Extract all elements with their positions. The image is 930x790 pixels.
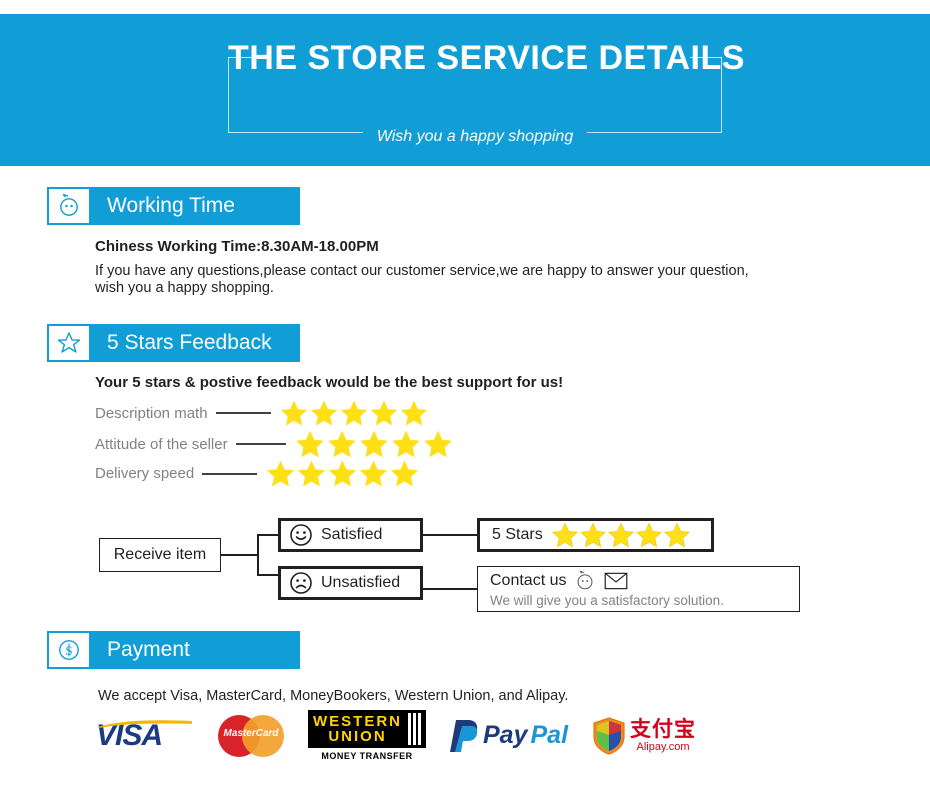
flow-box-five-stars: 5 Stars (477, 518, 714, 552)
feedback-row-label: Delivery speed (95, 465, 195, 482)
star-rating (279, 398, 429, 428)
chat-face-icon (578, 570, 593, 590)
star-outline-icon (47, 324, 91, 362)
star-rating (551, 521, 691, 549)
section-label: 5 Stars Feedback (107, 331, 272, 354)
working-time-line1: Chiness Working Time:8.30AM-18.00PM (95, 238, 379, 255)
flow-box-unsatisfied: Unsatisfied (278, 566, 423, 600)
payment-note: We accept Visa, MasterCard, MoneyBookers… (98, 688, 569, 704)
connector-satisfied-result (423, 534, 478, 536)
western-union-box: WESTERN UNION (308, 710, 426, 748)
flow-box-label: Receive item (113, 546, 207, 563)
flow-box-label: Unsatisfied (321, 574, 401, 591)
dollar-circle-icon: S (47, 631, 91, 669)
flow-box-label: Contact us (490, 572, 567, 589)
connector-start (221, 554, 259, 556)
western-union-words: WESTERN UNION (313, 714, 402, 744)
connector-branch-vertical (257, 535, 259, 575)
banner-frame: THE STORE SERVICE DETAILS Wish you a hap… (228, 39, 744, 145)
flow-box-receive-item: Receive item (99, 538, 221, 572)
connector-unsatisfied-result (423, 588, 478, 590)
envelope-icon (605, 572, 628, 590)
paypal-logo: Pay Pal (450, 718, 568, 754)
banner-subtitle-wrap: Wish you a happy shopping (228, 128, 722, 146)
mastercard-logo: MasterCard (218, 714, 284, 757)
feedback-row-label: Description math (95, 404, 208, 422)
alipay-shield-icon (593, 716, 625, 755)
western-union-sub: MONEY TRANSFER (321, 751, 413, 761)
connector-dash (215, 412, 271, 414)
visa-logo: VISA (96, 719, 194, 751)
connector-dash (202, 472, 258, 475)
feedback-row-description: Description math (95, 398, 429, 428)
western-union-line1: WESTERN (313, 713, 402, 730)
flow-box-contact-us: Contact us We will give you a satisfacto… (477, 566, 800, 612)
banner-subtitle: Wish you a happy shopping (364, 128, 586, 145)
connector-to-satisfied (257, 534, 279, 536)
connector-dash (235, 443, 286, 445)
western-union-bars-icon (406, 713, 421, 745)
mastercard-logo-text: MasterCard (223, 727, 279, 739)
star-rating (294, 428, 454, 460)
feedback-row-label: Attitude of the seller (95, 435, 228, 453)
chat-face-icon (47, 187, 91, 225)
flow-box-label: Satisfied (321, 526, 383, 543)
header-banner: THE STORE SERVICE DETAILS Wish you a hap… (0, 14, 930, 166)
feedback-headline: Your 5 stars & postive feedback would be… (95, 374, 564, 391)
paypal-text-pal: Pal (530, 721, 569, 749)
sad-face-icon (290, 572, 312, 594)
western-union-line2: UNION (328, 728, 387, 745)
connector-to-unsatisfied (257, 574, 279, 576)
feedback-row-delivery: Delivery speed (95, 458, 420, 489)
contact-us-sub: We will give you a satisfactory solution… (490, 593, 724, 608)
banner-title: THE STORE SERVICE DETAILS (228, 39, 745, 77)
visa-swoosh-icon (98, 719, 192, 728)
feedback-row-attitude: Attitude of the seller (95, 428, 454, 460)
paypal-text-pay: Pay (483, 721, 528, 749)
flow-box-satisfied: Satisfied (278, 518, 423, 552)
section-label: Working Time (107, 194, 235, 217)
alipay-text: 支付宝 Alipay.com (630, 719, 696, 753)
payment-logos: VISA MasterCard WESTERN UNION MONEY TRAN… (96, 710, 720, 761)
star-rating (265, 458, 420, 489)
paypal-p-icon (450, 719, 478, 752)
alipay-logo: 支付宝 Alipay.com (592, 716, 696, 755)
alipay-text-en: Alipay.com (636, 740, 690, 753)
western-union-logo: WESTERN UNION MONEY TRANSFER (308, 710, 426, 761)
section-label: Payment (107, 638, 190, 661)
alipay-text-cn: 支付宝 (630, 717, 697, 741)
smiley-face-icon (290, 524, 312, 546)
flow-box-label: 5 Stars (492, 526, 543, 543)
contact-us-row: Contact us (490, 570, 628, 592)
working-time-line2: If you have any questions,please contact… (95, 263, 749, 279)
working-time-line3: wish you a happy shopping. (95, 280, 274, 296)
